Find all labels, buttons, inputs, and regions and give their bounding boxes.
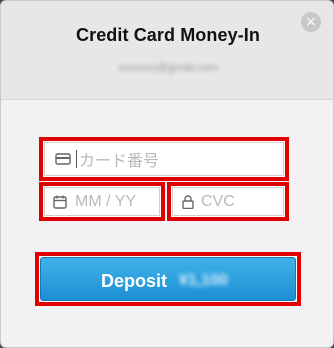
card-number-placeholder: カード番号 bbox=[79, 153, 160, 170]
expiry-field[interactable]: MM / YY bbox=[39, 182, 165, 221]
deposit-button[interactable]: Deposit ¥1,100 bbox=[35, 252, 301, 306]
card-number-input[interactable]: カード番号 bbox=[44, 142, 284, 176]
money-in-modal: Credit Card Money-In xxxxxxx@gmail.com ×… bbox=[0, 0, 334, 348]
modal-header: Credit Card Money-In xxxxxxx@gmail.com × bbox=[1, 1, 333, 100]
deposit-button-face[interactable]: Deposit ¥1,100 bbox=[40, 257, 296, 301]
expiry-input[interactable]: MM / YY bbox=[44, 187, 160, 216]
modal-title: Credit Card Money-In bbox=[75, 25, 260, 45]
credit-card-icon bbox=[55, 153, 71, 165]
close-icon[interactable]: × bbox=[301, 12, 321, 32]
cvc-placeholder: CVC bbox=[201, 192, 235, 210]
cvc-field[interactable]: CVC bbox=[167, 182, 289, 221]
text-caret bbox=[76, 150, 77, 168]
expiry-placeholder: MM / YY bbox=[75, 192, 137, 210]
account-email: xxxxxxx@gmail.com bbox=[118, 62, 218, 74]
deposit-label: Deposit bbox=[101, 271, 168, 291]
cvc-input[interactable]: CVC bbox=[172, 187, 284, 216]
deposit-amount: ¥1,100 bbox=[179, 272, 228, 289]
calendar-icon bbox=[53, 195, 67, 209]
card-number-field[interactable]: カード番号 bbox=[39, 137, 289, 181]
lock-icon bbox=[182, 194, 194, 209]
